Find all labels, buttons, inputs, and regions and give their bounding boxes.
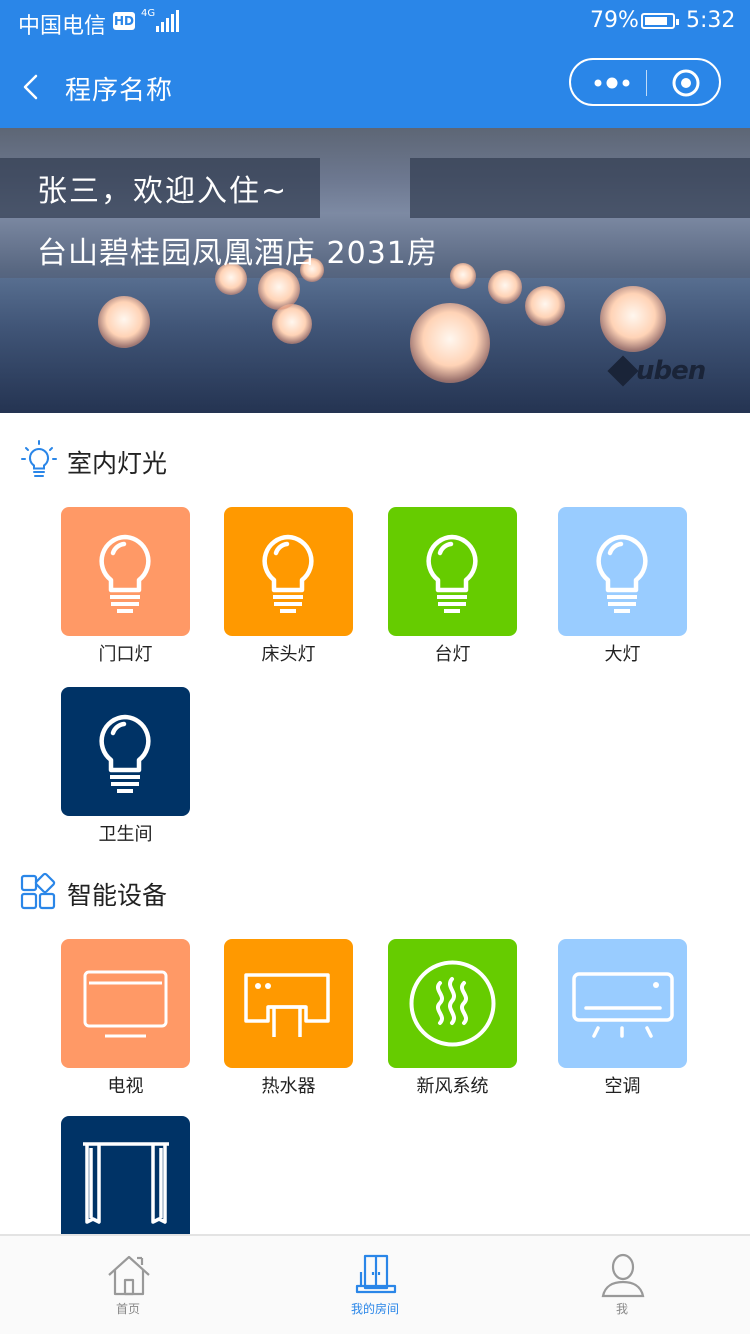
banner-lamp — [488, 270, 522, 304]
hd-badge: HD — [113, 12, 135, 30]
device-label: 空调 — [604, 1076, 641, 1097]
brand-logo: uben — [607, 355, 706, 387]
tab-me-label: 我 — [615, 1302, 628, 1316]
curtain-icon — [83, 1142, 169, 1224]
hotel-room-text: 台山碧桂园凤凰酒店 2031房 — [37, 236, 438, 271]
mini-program-capsule — [569, 58, 721, 106]
hotel-banner: 张三，欢迎入住~ 台山碧桂园凤凰酒店 2031房 uben — [0, 128, 750, 413]
tab-home-label: 首页 — [115, 1302, 140, 1316]
banner-lamp — [410, 303, 490, 383]
home-icon — [108, 1255, 150, 1296]
more-menu-icon[interactable] — [591, 73, 635, 93]
banner-lamp — [525, 286, 565, 326]
carrier-label: 中国电信 — [18, 14, 107, 39]
light-tile[interactable] — [224, 507, 353, 636]
lightbulb-rays-icon — [21, 440, 57, 477]
room-door-icon — [355, 1254, 397, 1294]
close-target-icon[interactable] — [671, 68, 701, 98]
bulb-icon — [99, 534, 151, 613]
bulb-icon — [596, 534, 648, 613]
banner-lamp — [450, 263, 476, 289]
tab-bar: 首页 我的房间 我 — [0, 1234, 750, 1334]
device-label: 热水器 — [261, 1076, 316, 1097]
air-conditioner-icon — [572, 972, 674, 1038]
back-arrow-icon[interactable] — [18, 72, 48, 102]
device-label: 电视 — [107, 1076, 144, 1097]
device-tile[interactable] — [61, 1116, 190, 1234]
apps-grid-icon — [20, 872, 56, 910]
page-title: 程序名称 — [65, 76, 174, 106]
light-label: 床头灯 — [261, 644, 316, 665]
fresh-air-icon — [409, 960, 496, 1047]
bulb-icon — [262, 534, 314, 613]
water-heater-icon — [244, 973, 330, 1037]
status-bar: 中国电信 HD 4G 79% 5:32 — [0, 0, 750, 44]
light-label: 卫生间 — [98, 824, 153, 845]
devices-section-title: 智能设备 — [67, 881, 168, 910]
navigation-bar: 程序名称 — [0, 44, 750, 128]
bulb-icon — [426, 534, 478, 613]
brand-logo-text: uben — [636, 356, 706, 386]
light-label: 台灯 — [434, 644, 471, 665]
banner-lamp — [272, 304, 312, 344]
tab-my-room[interactable]: 我的房间 — [295, 1236, 455, 1336]
tv-icon — [83, 970, 168, 1038]
capsule-divider — [646, 70, 647, 96]
lights-section-title: 室内灯光 — [67, 449, 168, 478]
greeting-text: 张三，欢迎入住~ — [37, 174, 289, 209]
tab-me[interactable]: 我 — [542, 1236, 702, 1336]
device-label: 新风系统 — [416, 1076, 489, 1097]
banner-lamp — [98, 296, 150, 348]
banner-lamp — [258, 268, 300, 310]
battery-icon — [641, 13, 679, 29]
light-tile[interactable] — [388, 507, 517, 636]
device-tile[interactable] — [224, 939, 353, 1068]
tab-my-room-label: 我的房间 — [350, 1302, 399, 1316]
battery-percent: 79% — [590, 8, 639, 33]
device-tile[interactable] — [558, 939, 687, 1068]
light-label: 大灯 — [604, 644, 641, 665]
banner-lamp — [600, 286, 666, 352]
device-tile[interactable] — [61, 939, 190, 1068]
light-tile[interactable] — [558, 507, 687, 636]
signal-icon — [152, 10, 179, 32]
banner-building-right — [410, 158, 750, 218]
light-label: 门口灯 — [98, 644, 153, 665]
device-tile[interactable] — [388, 939, 517, 1068]
light-tile[interactable] — [61, 507, 190, 636]
tab-home[interactable]: 首页 — [48, 1236, 208, 1336]
light-tile[interactable] — [61, 687, 190, 816]
clock: 5:32 — [686, 8, 736, 33]
bulb-icon — [99, 714, 151, 793]
user-icon — [601, 1253, 645, 1298]
